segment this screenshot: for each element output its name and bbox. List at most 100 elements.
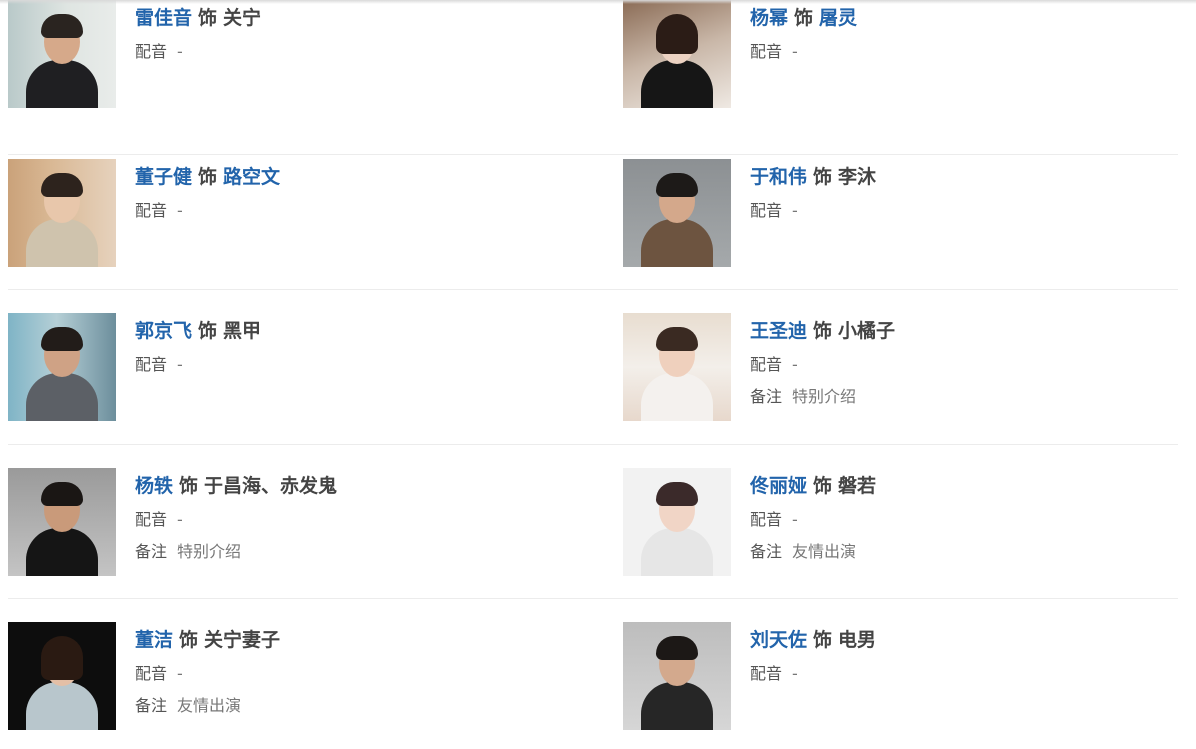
cast-name-line: 郭京飞饰黑甲 <box>135 319 565 343</box>
dub-line: 配音 - <box>135 355 565 375</box>
as-label: 饰 <box>813 629 833 651</box>
note-value: 特别介绍 <box>177 542 242 561</box>
dub-label: 配音 <box>750 201 783 220</box>
role-name-link[interactable]: 路空文 <box>223 166 280 188</box>
actor-name-link[interactable]: 杨幂 <box>750 7 788 29</box>
role-name: 电男 <box>838 629 877 651</box>
cast-card: 雷佳音饰关宁 配音 - <box>8 0 568 110</box>
cast-row: 郭京飞饰黑甲 配音 - 王圣迪饰小橘子 配音 - 备注 特别介绍 <box>8 290 1178 445</box>
actor-name-link[interactable]: 王圣迪 <box>750 320 807 342</box>
dub-label: 配音 <box>750 355 783 374</box>
dub-line: 配音 - <box>750 510 1180 530</box>
cast-card: 刘天佐饰电男 配音 - <box>623 622 1183 732</box>
cast-name-line: 董子健饰路空文 <box>135 165 565 189</box>
dub-value: - <box>792 355 798 374</box>
dub-label: 配音 <box>135 42 168 61</box>
top-shadow <box>0 0 1196 4</box>
actor-name-link[interactable]: 佟丽娅 <box>750 475 807 497</box>
dub-value: - <box>792 664 798 683</box>
role-name: 李沐 <box>838 166 877 188</box>
cast-name-line: 王圣迪饰小橘子 <box>750 319 1180 343</box>
dub-label: 配音 <box>135 355 168 374</box>
actor-photo[interactable] <box>8 313 116 421</box>
cast-row: 董子健饰路空文 配音 - 于和伟饰李沐 配音 - <box>8 135 1178 290</box>
note-line: 备注 友情出演 <box>750 542 1180 562</box>
cast-card: 郭京飞饰黑甲 配音 - <box>8 313 568 423</box>
as-label: 饰 <box>813 166 833 188</box>
actor-photo[interactable] <box>623 622 731 730</box>
cast-name-line: 于和伟饰李沐 <box>750 165 1180 189</box>
role-name: 黑甲 <box>223 320 262 342</box>
cast-name-line: 刘天佐饰电男 <box>750 628 1180 652</box>
dub-line: 配音 - <box>135 201 565 221</box>
dub-line: 配音 - <box>135 664 565 684</box>
dub-line: 配音 - <box>750 355 1180 375</box>
note-value: 友情出演 <box>792 542 857 561</box>
dub-line: 配音 - <box>135 42 565 62</box>
cast-row: 雷佳音饰关宁 配音 - 杨幂饰屠灵 配音 - <box>8 0 1178 155</box>
actor-photo[interactable] <box>623 0 731 108</box>
cast-card: 杨幂饰屠灵 配音 - <box>623 0 1183 110</box>
as-label: 饰 <box>198 320 218 342</box>
actor-photo[interactable] <box>8 468 116 576</box>
actor-name-link[interactable]: 刘天佐 <box>750 629 807 651</box>
note-label: 备注 <box>135 696 168 715</box>
role-name: 关宁 <box>223 7 262 29</box>
dub-label: 配音 <box>135 664 168 683</box>
cast-card: 杨轶饰于昌海、赤发鬼 配音 - 备注 特别介绍 <box>8 468 568 578</box>
dub-value: - <box>792 42 798 61</box>
cast-card: 于和伟饰李沐 配音 - <box>623 159 1183 269</box>
note-label: 备注 <box>135 542 168 561</box>
actor-name-link[interactable]: 董洁 <box>135 629 173 651</box>
role-name-link[interactable]: 屠灵 <box>819 7 857 29</box>
role-name: 小橘子 <box>838 320 896 342</box>
cast-name-line: 杨轶饰于昌海、赤发鬼 <box>135 474 565 498</box>
note-label: 备注 <box>750 387 783 406</box>
dub-value: - <box>177 201 183 220</box>
dub-value: - <box>177 664 183 683</box>
note-line: 备注 友情出演 <box>135 696 565 716</box>
dub-label: 配音 <box>750 664 783 683</box>
actor-name-link[interactable]: 杨轶 <box>135 475 173 497</box>
cast-row: 董洁饰关宁妻子 配音 - 备注 友情出演 刘天佐饰电男 配音 - <box>8 599 1178 749</box>
actor-photo[interactable] <box>8 0 116 108</box>
as-label: 饰 <box>813 320 833 342</box>
dub-value: - <box>792 201 798 220</box>
dub-label: 配音 <box>135 201 168 220</box>
actor-name-link[interactable]: 董子健 <box>135 166 192 188</box>
actor-photo[interactable] <box>623 468 731 576</box>
note-value: 友情出演 <box>177 696 242 715</box>
dub-value: - <box>177 42 183 61</box>
cast-name-line: 董洁饰关宁妻子 <box>135 628 565 652</box>
as-label: 饰 <box>813 475 833 497</box>
dub-label: 配音 <box>750 510 783 529</box>
role-name: 关宁妻子 <box>204 629 281 651</box>
dub-value: - <box>792 510 798 529</box>
role-name: 磐若 <box>838 475 877 497</box>
actor-photo[interactable] <box>8 159 116 267</box>
cast-card: 王圣迪饰小橘子 配音 - 备注 特别介绍 <box>623 313 1183 423</box>
as-label: 饰 <box>198 166 218 188</box>
dub-line: 配音 - <box>750 201 1180 221</box>
as-label: 饰 <box>179 475 199 497</box>
cast-row: 杨轶饰于昌海、赤发鬼 配音 - 备注 特别介绍 佟丽娅饰磐若 配音 - 备注 友情出演 <box>8 444 1178 599</box>
actor-name-link[interactable]: 于和伟 <box>750 166 807 188</box>
note-line: 备注 特别介绍 <box>135 542 565 562</box>
actor-photo[interactable] <box>8 622 116 730</box>
dub-line: 配音 - <box>750 664 1180 684</box>
as-label: 饰 <box>179 629 199 651</box>
role-name: 于昌海、赤发鬼 <box>204 475 338 497</box>
actor-name-link[interactable]: 雷佳音 <box>135 7 192 29</box>
cast-card: 佟丽娅饰磐若 配音 - 备注 友情出演 <box>623 468 1183 578</box>
note-label: 备注 <box>750 542 783 561</box>
actor-name-link[interactable]: 郭京飞 <box>135 320 192 342</box>
cast-card: 董洁饰关宁妻子 配音 - 备注 友情出演 <box>8 622 568 732</box>
as-label: 饰 <box>794 7 814 29</box>
dub-label: 配音 <box>135 510 168 529</box>
dub-label: 配音 <box>750 42 783 61</box>
as-label: 饰 <box>198 7 218 29</box>
actor-photo[interactable] <box>623 313 731 421</box>
cast-card: 董子健饰路空文 配音 - <box>8 159 568 269</box>
note-value: 特别介绍 <box>792 387 857 406</box>
actor-photo[interactable] <box>623 159 731 267</box>
